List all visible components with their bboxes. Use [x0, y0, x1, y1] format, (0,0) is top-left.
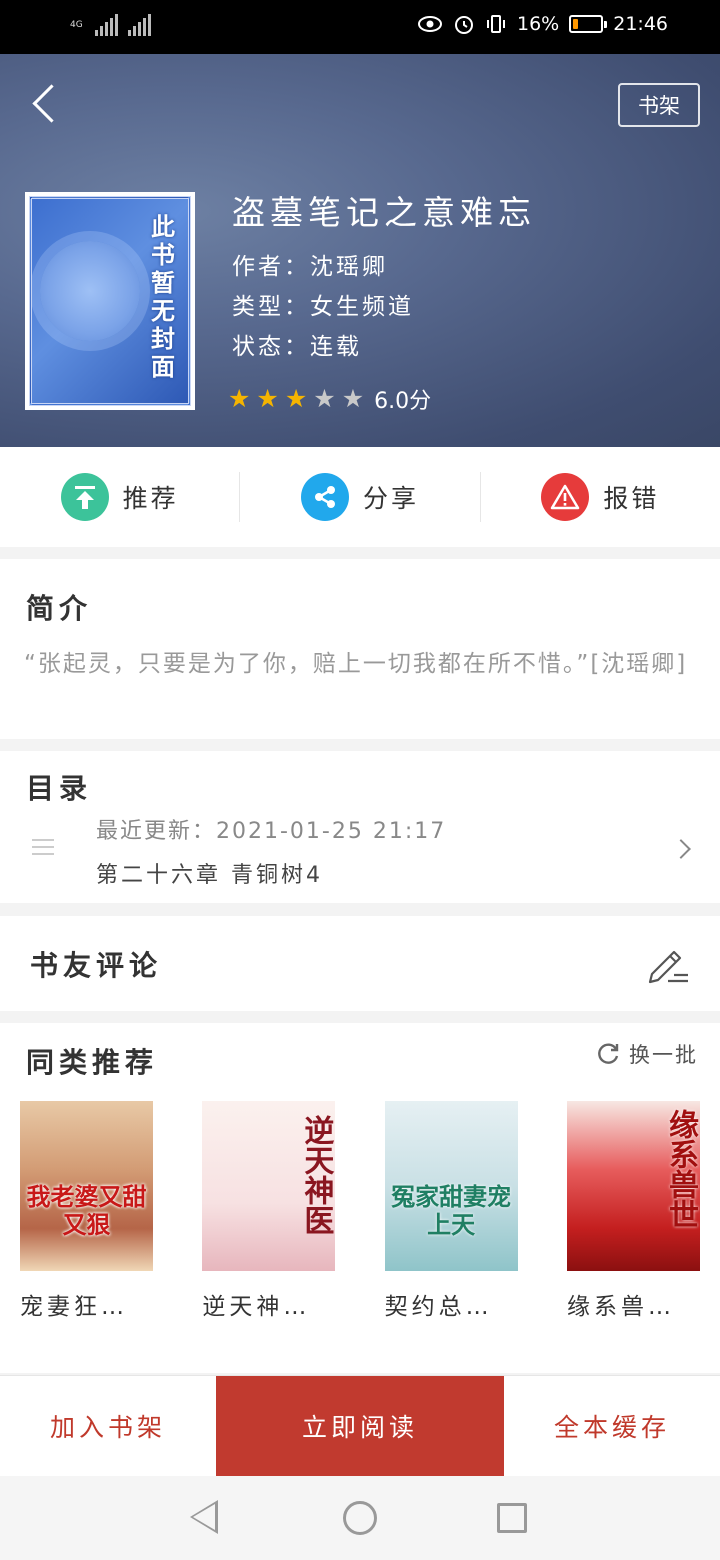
read-now-button[interactable]: 立即阅读: [216, 1376, 504, 1476]
book-type: 类型：女生频道: [232, 294, 414, 320]
edit-pencil-icon[interactable]: [646, 944, 690, 984]
similar-book[interactable]: 我老婆又甜又狠 宠妻狂…: [20, 1101, 153, 1321]
book-name: 缘系兽…: [566, 1294, 675, 1320]
recommend-button[interactable]: 推荐: [0, 472, 239, 522]
report-label: 报错: [603, 484, 660, 513]
intro-section: 简介 “张起灵，只要是为了你，赔上一切我都在所不惜。”[沈瑶卿]: [0, 559, 720, 739]
book-thumbnail[interactable]: 逆天神医: [202, 1101, 336, 1271]
alarm-icon: [455, 16, 473, 34]
nav-back-icon[interactable]: [190, 1500, 218, 1534]
back-button[interactable]: [28, 82, 68, 128]
book-name: 契约总…: [384, 1294, 493, 1320]
book-name: 逆天神…: [202, 1294, 311, 1320]
bookshelf-button[interactable]: 书架: [618, 83, 700, 127]
similar-book[interactable]: 逆天神医 逆天神…: [202, 1101, 336, 1321]
book-name: 宠妻狂…: [20, 1294, 128, 1320]
similar-book-list: 我老婆又甜又狠 宠妻狂… 逆天神医 逆天神… 冤家甜妻宠上天 契约总… 缘系兽世…: [20, 1101, 700, 1321]
similar-title: 同类推荐: [26, 1046, 159, 1079]
recommend-label: 推荐: [122, 484, 179, 513]
thumbnail-title: 我老婆又甜又狠: [26, 1183, 147, 1239]
comments-title: 书友评论: [30, 949, 163, 982]
book-title: 盗墓笔记之意难忘: [232, 193, 536, 232]
book-author: 作者：沈瑶卿: [232, 254, 388, 280]
eye-icon: [418, 16, 442, 32]
share-icon: [300, 473, 349, 521]
cover-decoration: [40, 241, 140, 341]
vibrate-icon: [487, 15, 505, 33]
add-to-shelf-button[interactable]: 加入书架: [0, 1376, 216, 1476]
comments-section: 书友评论: [0, 916, 720, 1011]
cache-all-button[interactable]: 全本缓存: [504, 1376, 720, 1476]
book-thumbnail[interactable]: 冤家甜妻宠上天: [384, 1101, 518, 1271]
refresh-label: 换一批: [629, 1043, 698, 1067]
battery-percent: 16%: [517, 13, 560, 35]
book-thumbnail[interactable]: 我老婆又甜又狠: [20, 1101, 153, 1271]
network-type: 4G: [70, 19, 83, 30]
book-status: 状态：连载: [232, 334, 362, 360]
bottom-action-bar: 加入书架 立即阅读 全本缓存: [0, 1375, 720, 1476]
star-icon: ★: [256, 384, 279, 413]
intro-title: 简介: [26, 592, 93, 625]
book-header: 书架 此书暂无封面 盗墓笔记之意难忘 作者：沈瑶卿 类型：女生频道 状态：连载 …: [0, 54, 720, 447]
warning-icon: [541, 473, 590, 521]
clock: 21:46: [613, 13, 668, 35]
catalog-title: 目录: [26, 772, 93, 805]
list-icon: [32, 839, 54, 859]
catalog-section[interactable]: 目录 最近更新：2021-01-25 21:17 第二十六章 青铜树4: [0, 751, 720, 903]
rating-score: 6.0分: [374, 389, 432, 414]
report-error-button[interactable]: 报错: [479, 472, 720, 522]
nav-recents-icon[interactable]: [497, 1503, 527, 1533]
action-row: 推荐 分享 报错: [0, 447, 720, 547]
star-icon: ★: [341, 384, 365, 413]
refresh-button[interactable]: 换一批: [595, 1039, 698, 1069]
upload-arrow-icon: [60, 473, 109, 521]
star-icon: ★: [313, 384, 336, 413]
signal-icon: [94, 14, 118, 36]
thumbnail-title: 冤家甜妻宠上天: [391, 1183, 512, 1239]
star-icon: ★: [228, 384, 251, 413]
status-bar: 4G 16% 21:46: [0, 0, 720, 54]
rating: ★ ★ ★ ★ ★ 6.0分: [228, 383, 431, 415]
book-cover: 此书暂无封面: [25, 192, 195, 410]
system-nav-bar: [0, 1476, 720, 1560]
share-label: 分享: [362, 484, 419, 513]
share-button[interactable]: 分享: [239, 472, 479, 522]
signal-indicators: 4G: [70, 14, 151, 36]
similar-book[interactable]: 冤家甜妻宠上天 契约总…: [384, 1101, 518, 1321]
book-thumbnail[interactable]: 缘系兽世: [566, 1101, 700, 1271]
thumbnail-title: 逆天神医: [298, 1115, 334, 1235]
latest-update-time: 最近更新：2021-01-25 21:17: [96, 819, 447, 844]
intro-text: “张起灵，只要是为了你，赔上一切我都在所不惜。”[沈瑶卿]: [24, 651, 688, 677]
signal-icon-2: [127, 14, 151, 36]
battery-icon: [569, 15, 608, 33]
cover-placeholder-text: 此书暂无封面: [151, 213, 175, 381]
star-icon: ★: [284, 384, 308, 413]
thumbnail-title: 缘系兽世: [662, 1109, 698, 1229]
nav-home-icon[interactable]: [343, 1501, 377, 1535]
refresh-icon: [598, 1043, 619, 1064]
chevron-right-icon[interactable]: [671, 839, 691, 859]
similar-book[interactable]: 缘系兽世 缘系兽…: [566, 1101, 700, 1321]
latest-chapter[interactable]: 第二十六章 青铜树4: [96, 857, 323, 889]
similar-section: 同类推荐 换一批 我老婆又甜又狠 宠妻狂… 逆天神医 逆天神… 冤家甜妻宠上天 …: [0, 1023, 720, 1373]
status-right: 16% 21:46: [417, 13, 668, 35]
